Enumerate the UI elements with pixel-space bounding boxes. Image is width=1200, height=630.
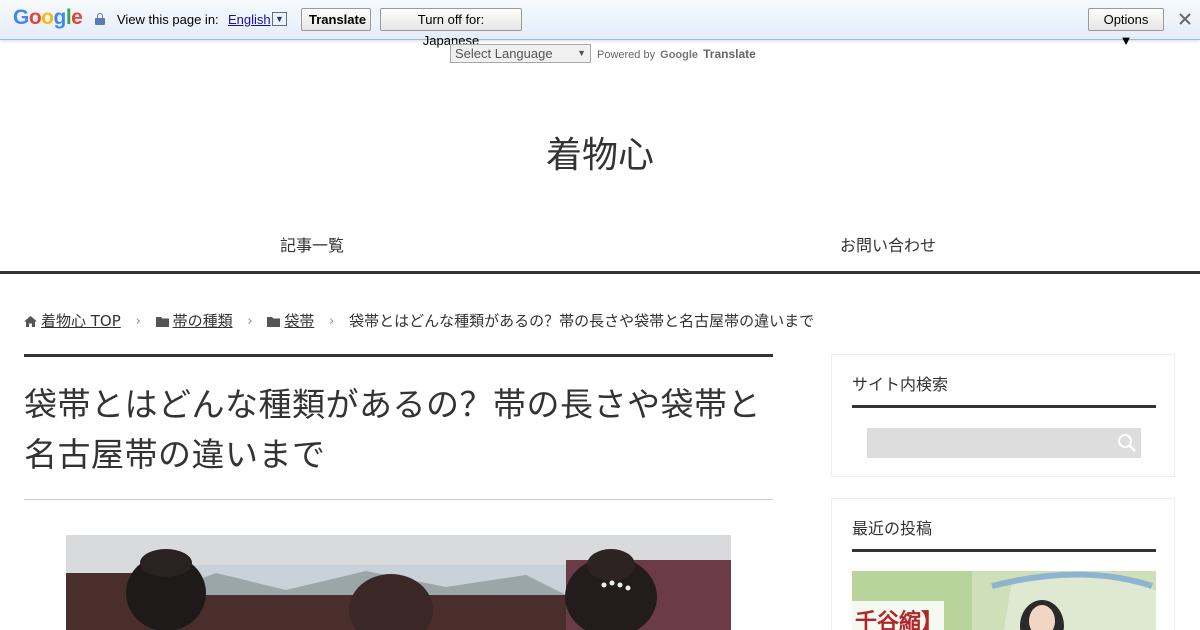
nav-divider — [0, 271, 1200, 274]
close-icon[interactable] — [1176, 10, 1194, 28]
recent-posts-heading-rule — [852, 549, 1156, 552]
nav-item-contact[interactable]: お問い合わせ — [840, 232, 936, 256]
search-icon[interactable] — [1117, 433, 1137, 453]
recent-post-image: 千谷縮】 — [852, 571, 1156, 630]
article-featured-image — [66, 535, 731, 630]
recent-post-thumb-text: 千谷縮】 — [855, 609, 943, 630]
recent-posts-heading: 最近の投稿 — [852, 519, 933, 538]
recent-post-thumbnail[interactable]: 千谷縮】 — [852, 571, 1156, 630]
powered-by: Powered by Google Translate — [597, 47, 756, 61]
language-dropdown-icon[interactable]: ▼ — [272, 12, 287, 26]
select-language-dropdown[interactable]: Select Language ▼ — [450, 44, 591, 63]
article-title-divider — [24, 499, 773, 500]
breadcrumb-home[interactable]: 着物心 TOP — [41, 312, 121, 330]
search-heading-rule — [852, 405, 1156, 408]
chevron-right-icon: › — [329, 314, 335, 329]
chevron-right-icon: › — [135, 314, 141, 329]
article-title: 袋帯とはどんな種類があるの？帯の長さや袋帯と名古屋帯の違いまで — [24, 385, 761, 474]
translate-button[interactable]: Translate — [301, 8, 371, 31]
search-heading: サイト内検索 — [852, 375, 949, 394]
translate-bar: Google View this page in: English ▼ Tran… — [0, 0, 1200, 48]
home-icon — [24, 316, 37, 327]
google-small-logo: Google — [660, 49, 699, 61]
turn-off-button[interactable]: Turn off for: Japanese — [380, 8, 522, 48]
dropdown-arrow-icon: ▼ — [577, 48, 586, 58]
site-title[interactable]: 着物心 — [0, 126, 1200, 178]
article-top-rule — [24, 354, 773, 357]
chevron-right-icon: › — [247, 314, 253, 329]
search-input[interactable] — [867, 428, 1141, 458]
language-link[interactable]: English — [228, 12, 271, 27]
sidebar-search-widget: サイト内検索 — [831, 354, 1175, 477]
breadcrumb-category-obi-types[interactable]: 帯の種類 — [173, 312, 233, 330]
breadcrumb-current: 袋帯とはどんな種類があるの？帯の長さや袋帯と名古屋帯の違いまで — [349, 312, 815, 330]
folder-icon — [155, 317, 169, 327]
folder-icon — [267, 317, 281, 327]
powered-by-label: Powered by — [597, 49, 656, 61]
breadcrumb-category-fukuro-obi[interactable]: 袋帯 — [284, 312, 314, 330]
breadcrumb: 着物心 TOP › 帯の種類 › 袋帯 › 袋帯とはどんな種類があるの？帯の長さ… — [24, 310, 814, 331]
nav-item-articles[interactable]: 記事一覧 — [280, 232, 344, 256]
google-logo: Google — [13, 6, 83, 29]
view-page-label: View this page in: — [117, 12, 219, 27]
options-button[interactable]: Options ▼ — [1088, 8, 1164, 48]
translate-link[interactable]: Translate — [703, 47, 756, 61]
lock-icon — [95, 13, 105, 25]
kimono-photo — [66, 535, 731, 630]
sidebar-recent-posts-widget: 最近の投稿 千谷縮】 — [831, 498, 1175, 630]
select-language-label: Select Language — [455, 46, 553, 61]
